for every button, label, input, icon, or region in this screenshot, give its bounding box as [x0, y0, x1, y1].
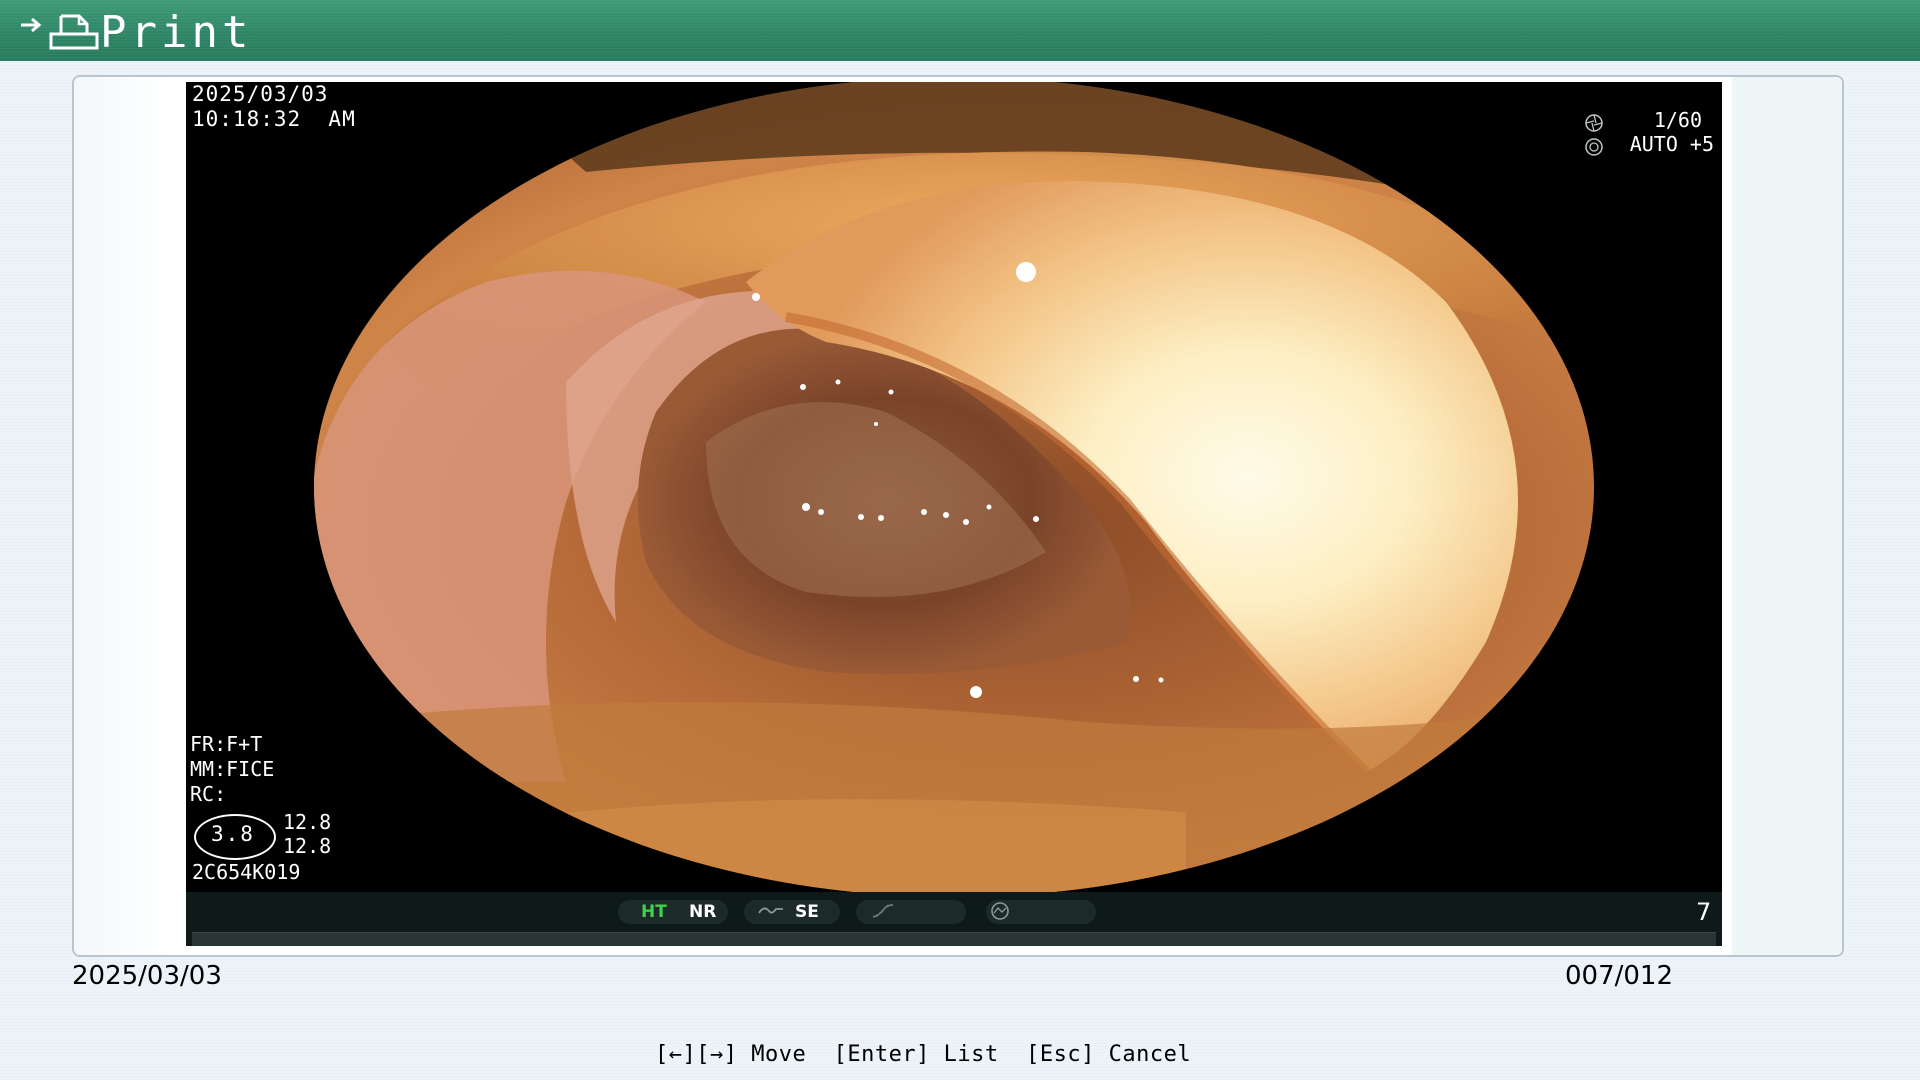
frame-right-panel	[1732, 77, 1842, 955]
scope-status-bar: HT NR SE 7	[186, 892, 1722, 946]
mm-setting: MM:FICE	[190, 757, 275, 781]
header-bar: Print	[0, 0, 1920, 61]
footer-date: 2025/03/03	[72, 961, 222, 991]
endoscope-image: 2025/03/03 10:18:32 AM 1/60 AUTO +5 FR:F…	[186, 82, 1722, 946]
mode-icon	[991, 902, 1009, 920]
fr-setting: FR:F+T	[190, 732, 263, 756]
iris-icon	[1585, 138, 1603, 156]
ht-label: HT	[641, 902, 667, 922]
page-title: Print	[100, 7, 253, 58]
image-date: 2025/03/03	[192, 82, 329, 106]
shutter-speed: 1/60	[1653, 108, 1702, 132]
status-page-number: 7	[1696, 898, 1712, 926]
curve-icon	[872, 904, 894, 918]
image-counter: 007/012	[1565, 961, 1674, 991]
value-1: 12.8	[283, 810, 332, 834]
shutter-icon	[1585, 114, 1603, 132]
arrow-right-icon	[21, 17, 42, 33]
frame-left-panel	[74, 77, 174, 955]
se-wave-icon	[758, 907, 783, 914]
key-hint: [←][→] Move [Enter] List [Esc] Cancel	[655, 1042, 1192, 1067]
scope-serial: 2C654K019	[192, 860, 301, 884]
printer-icon	[49, 14, 99, 50]
se-label: SE	[795, 902, 819, 922]
nr-label: NR	[689, 902, 717, 922]
endoscope-view	[186, 82, 1722, 892]
status-sub-bar	[192, 932, 1716, 946]
value-2: 12.8	[283, 834, 332, 858]
rc-setting: RC:	[190, 782, 227, 806]
exposure-mode: AUTO +5	[1629, 132, 1714, 156]
ring-value: 3.8	[211, 822, 255, 846]
image-time: 10:18:32 AM	[192, 107, 356, 131]
